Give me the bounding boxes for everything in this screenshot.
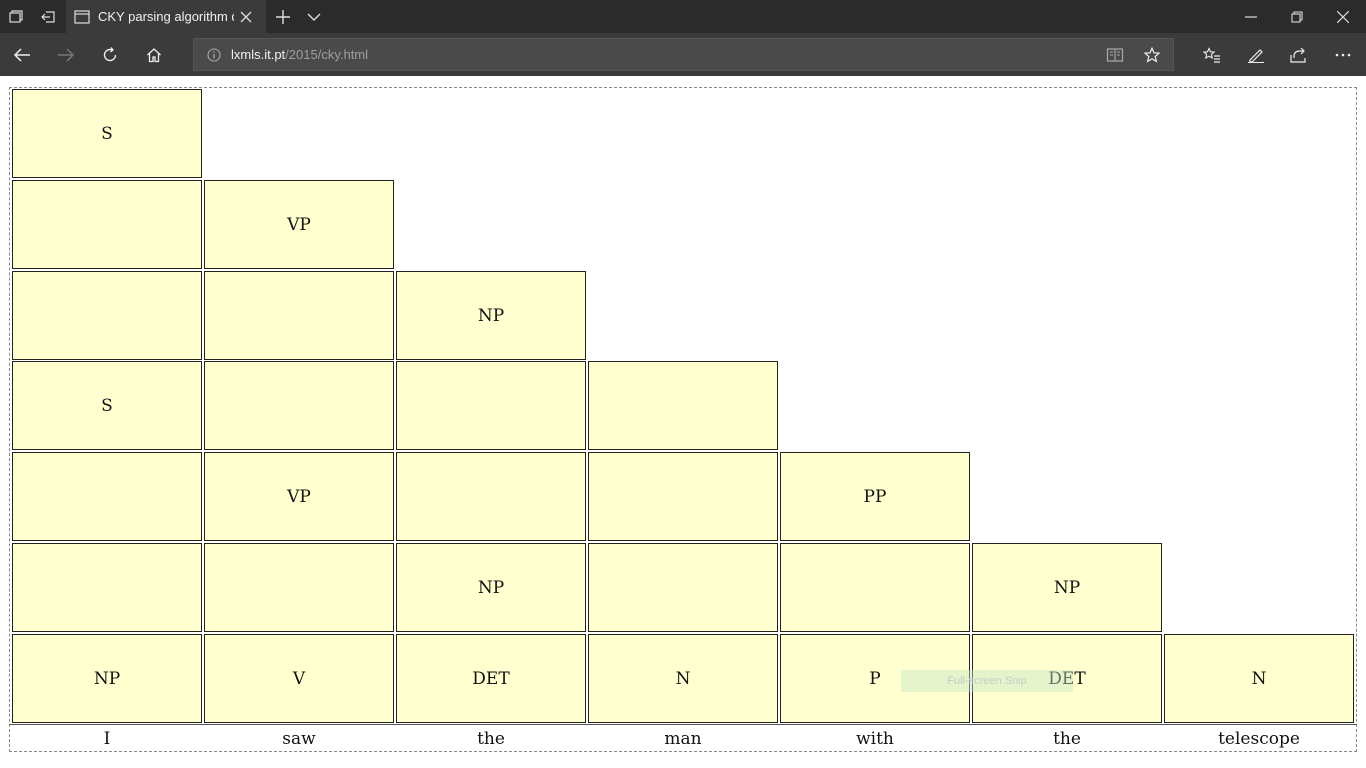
- set-aside-tabs-icon[interactable]: [36, 0, 60, 33]
- tab-list-icon[interactable]: [4, 0, 28, 33]
- close-window-icon[interactable]: [1320, 0, 1366, 33]
- chart-cell: VP: [204, 180, 394, 269]
- minimize-icon[interactable]: [1228, 0, 1274, 33]
- favorites-hub-icon[interactable]: [1190, 33, 1234, 76]
- chart-cell: DET: [396, 634, 586, 723]
- chart-cell: VP: [204, 452, 394, 541]
- chart-cell: NP: [972, 543, 1162, 632]
- share-icon[interactable]: [1277, 33, 1321, 76]
- tab-preview-chevron-icon[interactable]: [302, 0, 326, 33]
- home-icon[interactable]: [132, 33, 176, 76]
- chart-cell: [204, 271, 394, 360]
- refresh-icon[interactable]: [88, 33, 132, 76]
- sentence-word: I: [103, 729, 111, 749]
- tab-title: CKY parsing algorithm d: [98, 9, 234, 24]
- chart-cell: [588, 452, 778, 541]
- forward-arrow-icon[interactable]: [44, 33, 88, 76]
- sentence-word: man: [664, 729, 702, 749]
- navigation-toolbar: lxmls.it.pt/2015/cky.html: [0, 33, 1366, 76]
- sentence-word: telescope: [1218, 729, 1300, 749]
- chart-cell: N: [1164, 634, 1354, 723]
- site-info-icon[interactable]: [207, 47, 221, 62]
- chart-cell: S: [12, 89, 202, 178]
- sentence-word: the: [1053, 729, 1081, 749]
- chart-cell: [396, 452, 586, 541]
- page-content: S VP NP S VP PP NP NP NP V DET N P DET N…: [0, 76, 1366, 768]
- chart-cell: [588, 361, 778, 450]
- sentence-word: saw: [282, 729, 316, 749]
- favorite-star-icon[interactable]: [1144, 39, 1160, 70]
- reading-view-icon[interactable]: [1106, 39, 1124, 70]
- restore-icon[interactable]: [1274, 0, 1320, 33]
- title-bar: CKY parsing algorithm d: [0, 0, 1366, 33]
- chart-cell: N: [588, 634, 778, 723]
- chart-cell: [12, 271, 202, 360]
- chart-cell: [12, 452, 202, 541]
- more-options-icon[interactable]: [1321, 33, 1365, 76]
- back-arrow-icon[interactable]: [0, 33, 44, 76]
- chart-cell: [204, 543, 394, 632]
- web-notes-pen-icon[interactable]: [1234, 33, 1278, 76]
- chart-cell: NP: [396, 271, 586, 360]
- url-text[interactable]: lxmls.it.pt/2015/cky.html: [231, 47, 368, 62]
- close-tab-icon[interactable]: [240, 11, 252, 23]
- browser-tab-active[interactable]: CKY parsing algorithm d: [66, 0, 266, 33]
- chart-cell: S: [12, 361, 202, 450]
- snip-overlay-label: Full-screen Snip: [901, 670, 1073, 692]
- chart-cell: [204, 361, 394, 450]
- sentence-word: with: [856, 729, 894, 749]
- chart-cell: V: [204, 634, 394, 723]
- chart-cell: [12, 180, 202, 269]
- words-divider: [9, 724, 1357, 725]
- chart-cell: NP: [396, 543, 586, 632]
- new-tab-icon[interactable]: [270, 0, 296, 33]
- address-bar[interactable]: lxmls.it.pt/2015/cky.html: [193, 38, 1174, 71]
- chart-cell: [588, 543, 778, 632]
- chart-cell: [780, 543, 970, 632]
- sentence-word: the: [477, 729, 505, 749]
- chart-cell: NP: [12, 634, 202, 723]
- chart-cell: PP: [780, 452, 970, 541]
- chart-cell: [12, 543, 202, 632]
- page-icon: [74, 9, 90, 24]
- chart-cell: [396, 361, 586, 450]
